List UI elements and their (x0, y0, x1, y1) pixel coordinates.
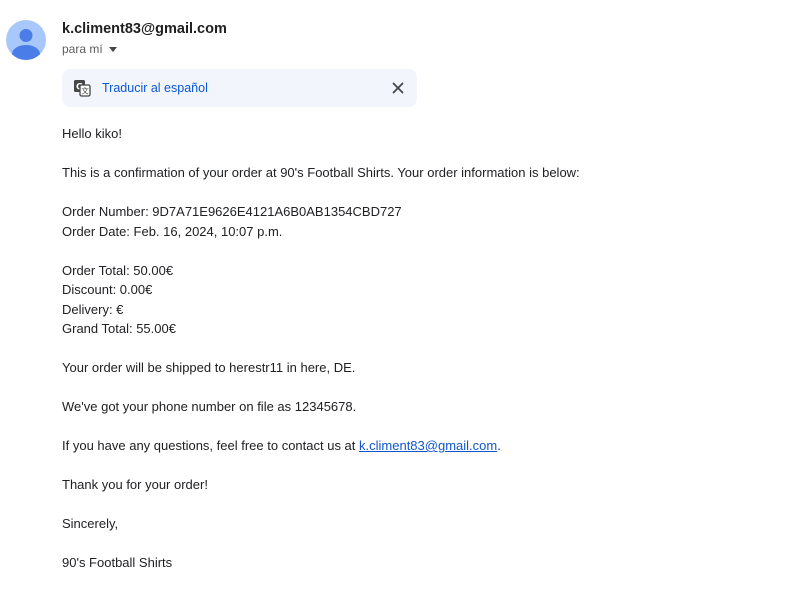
contact-line: If you have any questions, feel free to … (62, 438, 501, 454)
recipient-label: para mí (62, 42, 103, 56)
discount: Discount: 0.00€ (62, 282, 153, 297)
sender-email: k.climent83@gmail.com (62, 21, 227, 37)
order-date: Order Date: Feb. 16, 2024, 10:07 p.m. (62, 224, 283, 239)
translate-banner: G 文 Traducir al español (62, 69, 417, 107)
contact-prefix: If you have any questions, feel free to … (62, 438, 360, 453)
signature-text: 90's Football Shirts (62, 555, 173, 570)
shipping-text: Your order will be shipped to herestr11 … (62, 360, 356, 375)
greeting-text: Hello kiko! (62, 126, 122, 141)
chevron-down-icon (108, 46, 117, 52)
delivery: Delivery: € (62, 302, 124, 317)
phone-text: We've got your phone number on file as 1… (62, 399, 357, 414)
sender-avatar[interactable] (6, 20, 46, 60)
translate-icon: G 文 (74, 80, 91, 97)
translate-link[interactable]: Traducir al español (102, 81, 208, 95)
svg-text:文: 文 (81, 86, 89, 96)
grand-total: Grand Total: 55.00€ (62, 321, 176, 336)
contact-suffix: . (497, 438, 501, 453)
recipient-details-toggle[interactable]: para mí (62, 42, 117, 56)
thanks-text: Thank you for your order! (62, 477, 208, 492)
close-icon[interactable] (390, 80, 406, 96)
order-total: Order Total: 50.00€ (62, 263, 174, 278)
sign-off-text: Sincerely, (62, 516, 119, 531)
contact-email-link[interactable]: k.climent83@gmail.com (359, 438, 497, 453)
order-number: Order Number: 9D7A71E9626E4121A6B0AB1354… (62, 204, 402, 219)
default-avatar-icon (12, 29, 40, 60)
intro-text: This is a confirmation of your order at … (62, 165, 580, 180)
